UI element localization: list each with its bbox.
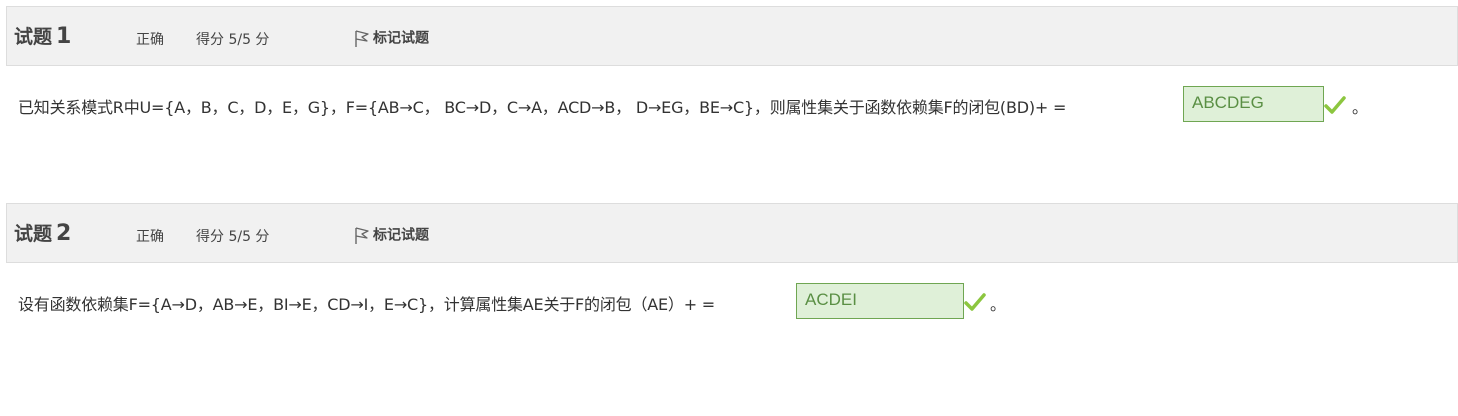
flag-question-button[interactable]: 标记试题 <box>353 27 429 48</box>
question-text: 已知关系模式R中U={A，B，C，D，E，G}，F={AB→C， BC→D，C→… <box>18 98 1067 117</box>
question-number: 1 <box>56 24 72 49</box>
question-2: 试题 2 正确 得分 5/5 分 标记试题 设有函数依赖集F={A→D，AB→E，… <box>0 203 1458 319</box>
sentence-end-mark: 。 <box>990 295 1007 314</box>
flag-question-label: 标记试题 <box>373 227 429 244</box>
answer-input[interactable]: ACDEI <box>796 283 964 319</box>
flag-question-label: 标记试题 <box>373 30 429 47</box>
question-title: 试题 2 <box>14 219 71 246</box>
question-header: 试题 2 正确 得分 5/5 分 标记试题 <box>6 203 1458 263</box>
question-title: 试题 1 <box>14 22 71 49</box>
question-grade: 得分 5/5 分 <box>196 229 270 245</box>
question-number: 2 <box>56 221 72 246</box>
question-state: 正确 <box>136 32 164 48</box>
check-icon <box>1324 96 1346 114</box>
question-grade: 得分 5/5 分 <box>196 32 270 48</box>
flag-icon <box>355 226 369 244</box>
check-icon <box>964 293 986 311</box>
question-state: 正确 <box>136 229 164 245</box>
question-title-label: 试题 <box>14 26 53 48</box>
flag-question-button[interactable]: 标记试题 <box>353 224 429 245</box>
question-1: 试题 1 正确 得分 5/5 分 标记试题 已知关系模式R中U={A，B，C，D，… <box>0 6 1458 122</box>
question-body: 设有函数依赖集F={A→D，AB→E，BI→E，CD→I，E→C}，计算属性集A… <box>18 283 1458 319</box>
sentence-end-mark: 。 <box>1352 98 1369 117</box>
question-title-label: 试题 <box>14 223 53 245</box>
question-text: 设有函数依赖集F={A→D，AB→E，BI→E，CD→I，E→C}，计算属性集A… <box>18 295 716 314</box>
answer-input[interactable]: ABCDEG <box>1183 86 1324 122</box>
flag-icon <box>355 29 369 47</box>
question-header: 试题 1 正确 得分 5/5 分 标记试题 <box>6 6 1458 66</box>
question-body: 已知关系模式R中U={A，B，C，D，E，G}，F={AB→C， BC→D，C→… <box>18 86 1458 122</box>
